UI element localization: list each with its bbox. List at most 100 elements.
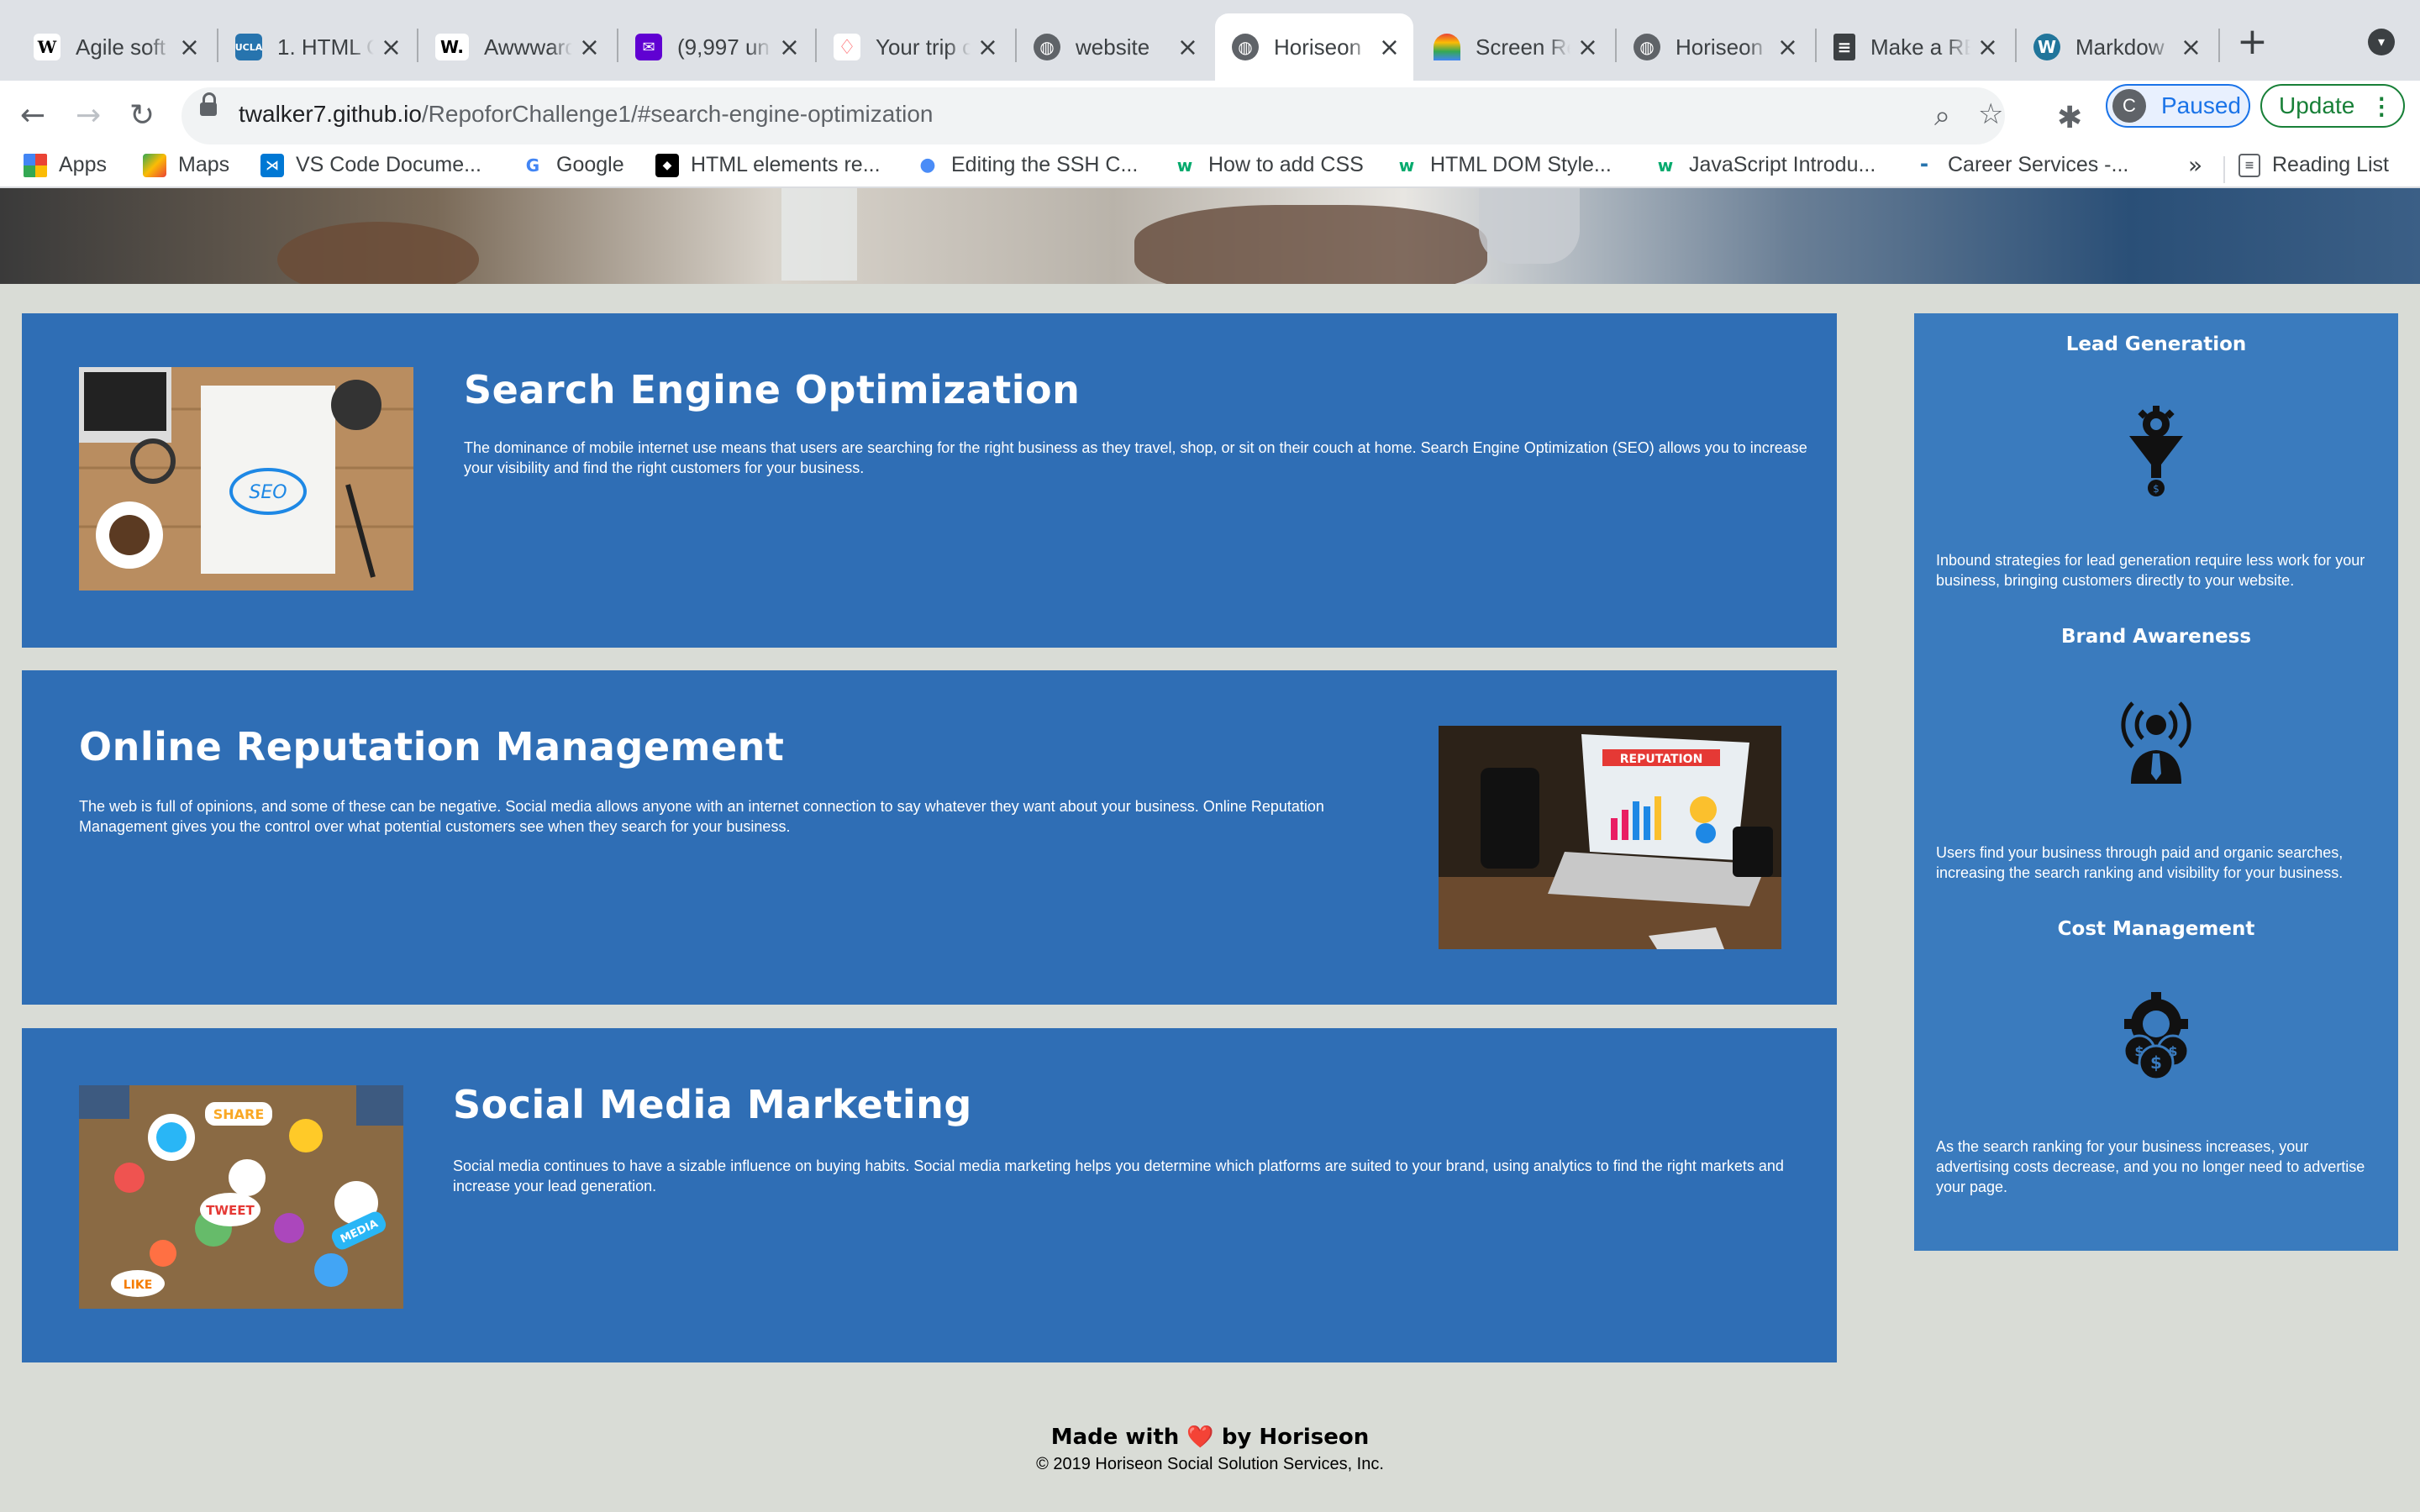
globe-icon: ◍ <box>1232 34 1259 60</box>
mail-icon: ✉ <box>635 34 662 60</box>
close-icon[interactable]: × <box>579 33 600 62</box>
smm-section: SHARE TWEET LIKE MEDIA Social Media Mark… <box>22 1028 1837 1362</box>
browser-toolbar: ← → ↻ twalker7.github.io/RepoforChalleng… <box>0 81 2420 151</box>
browser-tab-active[interactable]: ◍ Horiseon × <box>1215 13 1413 81</box>
seo-text: The dominance of mobile internet use mea… <box>464 439 1807 476</box>
reading-list-button[interactable]: ≡ Reading List <box>2238 153 2389 177</box>
browser-tab[interactable]: ✉ (9,997 un × <box>618 13 813 81</box>
benefit-cost-title: Cost Management <box>2057 918 2255 940</box>
svg-text:SHARE: SHARE <box>213 1106 265 1122</box>
wikipedia-icon: W <box>34 34 60 60</box>
close-icon[interactable]: × <box>1777 33 1798 62</box>
svg-text:$: $ <box>2153 483 2160 495</box>
benefit-brand-title: Brand Awareness <box>2060 626 2252 648</box>
close-icon[interactable]: × <box>977 33 998 62</box>
wordpress-icon: W <box>2033 34 2060 60</box>
seo-section: SEO Search Engine Optimization The domin… <box>22 313 1837 648</box>
w3schools-icon: w <box>1173 153 1197 177</box>
svg-text:REPUTATION: REPUTATION <box>1620 753 1703 766</box>
address-bar[interactable]: twalker7.github.io/RepoforChallenge1/#se… <box>182 87 2005 144</box>
bookmark-apps[interactable]: Apps <box>24 153 107 177</box>
mdn-icon: ◆ <box>655 153 679 177</box>
bookmark-maps[interactable]: Maps <box>143 153 229 177</box>
benefits-sidebar: Lead Generation $ Inbound strategies for… <box>1914 313 2398 1251</box>
close-icon[interactable]: × <box>1977 33 1998 62</box>
career-icon: ▬ <box>1912 153 1936 177</box>
airbnb-icon: ♢ <box>834 34 860 60</box>
lock-icon <box>200 92 217 116</box>
rainbow-icon <box>1434 34 1460 60</box>
smm-text: Social media continues to have a sizable… <box>453 1158 1784 1194</box>
heart-icon: ❤️ <box>1186 1425 1214 1450</box>
close-icon[interactable]: × <box>179 33 200 62</box>
more-vert-icon: ⋮ <box>2370 92 2394 119</box>
browser-tab-bar: W Agile soft × UCLA 1. HTML C × W. Awwwa… <box>0 0 2420 81</box>
svg-text:$: $ <box>2168 1043 2177 1059</box>
google-icon: G <box>521 153 544 177</box>
orm-image: REPUTATION <box>1439 726 1781 949</box>
svg-text:SEO: SEO <box>249 482 287 503</box>
globe-icon: ◍ <box>1634 34 1660 60</box>
browser-tab[interactable]: W Agile soft × <box>17 13 213 81</box>
profile-button[interactable]: C Paused <box>2106 84 2250 128</box>
close-icon[interactable]: × <box>1577 33 1598 62</box>
avatar: C <box>2112 89 2146 123</box>
benefit-lead-title: Lead Generation <box>2065 333 2247 355</box>
smm-image: SHARE TWEET LIKE MEDIA <box>79 1085 403 1309</box>
browser-tab[interactable]: Screen Re × <box>1417 13 1612 81</box>
browser-tab[interactable]: ≡ Make a RE × <box>1817 13 2012 81</box>
seo-heading: Search Engine Optimization <box>464 367 1081 412</box>
update-button[interactable]: Update ⋮ <box>2260 84 2405 128</box>
bookmarks-overflow-button[interactable]: » <box>2188 151 2202 179</box>
browser-tab[interactable]: W. Awwward × <box>418 13 613 81</box>
bookmark-apple[interactable]: ● Editing the SSH C... <box>916 153 1138 177</box>
browser-tab[interactable]: ◍ Horiseon × <box>1617 13 1812 81</box>
browser-tab[interactable]: UCLA 1. HTML C × <box>218 13 415 81</box>
footer-credit: Made with ❤️ by Horiseon <box>1050 1425 1370 1450</box>
close-icon[interactable]: × <box>779 33 800 62</box>
close-icon[interactable]: × <box>2181 33 2202 62</box>
close-icon[interactable]: × <box>1177 33 1198 62</box>
vscode-icon: ⋊ <box>260 153 284 177</box>
bookmark-vscode[interactable]: ⋊ VS Code Docume... <box>260 153 481 177</box>
lead-funnel-icon: $ <box>2114 406 2198 498</box>
bookmark-star-icon[interactable]: ☆ <box>1978 97 2003 131</box>
extensions-puzzle-icon[interactable]: ✱ <box>2057 101 2082 135</box>
bookmark-w3schools[interactable]: w How to add CSS <box>1173 153 1364 177</box>
browser-tab[interactable]: ♢ Your trip c × <box>817 13 1012 81</box>
forward-button[interactable]: → <box>76 97 101 134</box>
bookmarks-bar: Apps Maps ⋊ VS Code Docume... G Google ◆… <box>0 151 2420 188</box>
url-text[interactable]: twalker7.github.io/RepoforChallenge1/#se… <box>239 101 934 128</box>
zoom-icon[interactable]: ⌕ <box>1934 99 1950 133</box>
benefit-cost-text: As the search ranking for your business … <box>1936 1138 2365 1195</box>
footer-copyright: © 2019 Horiseon Social Solution Services… <box>1036 1455 1384 1473</box>
browser-tab[interactable]: W Markdow × <box>2017 13 2215 81</box>
reload-button[interactable]: ↻ <box>129 97 155 134</box>
hero-image <box>0 188 2420 284</box>
bookmark-w3schools[interactable]: w JavaScript Introdu... <box>1654 153 1876 177</box>
tab-search-icon[interactable]: ▾ <box>2368 29 2395 55</box>
bookmark-google[interactable]: G Google <box>521 153 624 177</box>
page-footer: Made with ❤️ by Horiseon © 2019 Horiseon… <box>0 1425 2420 1474</box>
smm-heading: Social Media Marketing <box>453 1082 972 1127</box>
new-tab-button[interactable]: + <box>2237 22 2268 62</box>
maps-icon <box>143 153 166 177</box>
w3schools-icon: w <box>1395 153 1418 177</box>
svg-text:TWEET: TWEET <box>206 1203 255 1218</box>
reading-list-icon: ≡ <box>2238 153 2260 177</box>
back-button[interactable]: ← <box>20 97 45 134</box>
browser-tab[interactable]: ◍ website × <box>1017 13 1212 81</box>
bookmark-career[interactable]: ▬ Career Services -... <box>1912 153 2128 177</box>
apple-icon: ● <box>916 153 939 177</box>
close-icon[interactable]: × <box>1379 33 1400 62</box>
svg-text:LIKE: LIKE <box>124 1278 153 1292</box>
ucla-icon: UCLA <box>235 34 262 60</box>
orm-heading: Online Reputation Management <box>79 724 785 769</box>
globe-icon: ◍ <box>1034 34 1060 60</box>
seo-image: SEO <box>79 367 413 591</box>
brand-broadcast-icon <box>2114 696 2198 789</box>
bookmark-w3schools[interactable]: w HTML DOM Style... <box>1395 153 1612 177</box>
bookmark-mdn[interactable]: ◆ HTML elements re... <box>655 153 881 177</box>
w3schools-icon: w <box>1654 153 1677 177</box>
close-icon[interactable]: × <box>381 33 402 62</box>
